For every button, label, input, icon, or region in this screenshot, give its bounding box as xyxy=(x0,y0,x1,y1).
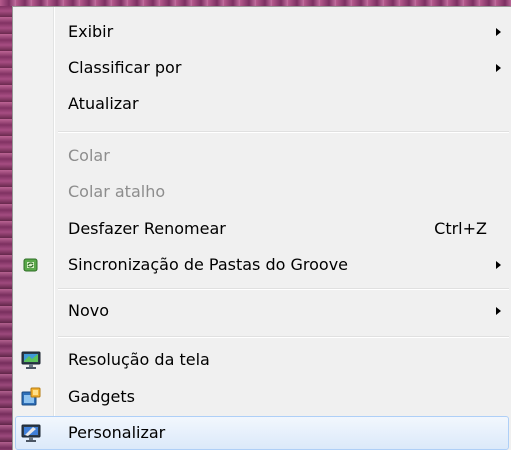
menu-item-label: Exibir xyxy=(68,22,114,41)
menu-item-view[interactable]: Exibir xyxy=(15,15,509,49)
menu-item-gadgets[interactable]: Gadgets xyxy=(15,380,509,414)
submenu-arrow-icon xyxy=(496,64,501,72)
menu-item-new[interactable]: Novo xyxy=(15,294,509,328)
menu-item-shortcut: Ctrl+Z xyxy=(434,219,487,238)
menu-item-label: Classificar por xyxy=(68,58,182,77)
menu-separator xyxy=(58,288,509,290)
groove-sync-icon xyxy=(21,255,41,275)
menu-item-label: Gadgets xyxy=(68,387,135,406)
menu-item-label: Personalizar xyxy=(68,423,166,442)
menu-item-label: Atualizar xyxy=(68,94,139,113)
menu-item-groove-sync[interactable]: Sincronização de Pastas do Groove xyxy=(15,248,509,282)
menu-separator xyxy=(58,336,509,338)
menu-item-label: Colar atalho xyxy=(68,182,166,201)
menu-item-sort-by[interactable]: Classificar por xyxy=(15,51,509,85)
submenu-arrow-icon xyxy=(496,261,501,269)
menu-item-refresh[interactable]: Atualizar xyxy=(15,87,509,121)
personalize-icon xyxy=(21,423,41,443)
menu-item-label: Novo xyxy=(68,301,110,320)
submenu-arrow-icon xyxy=(496,307,501,315)
desktop-context-menu: Exibir Classificar por Atualizar Colar C… xyxy=(12,6,511,450)
menu-item-paste[interactable]: Colar xyxy=(15,139,509,173)
menu-separator xyxy=(58,131,509,133)
menu-item-label: Resolução da tela xyxy=(68,350,210,369)
desktop-wallpaper-edge xyxy=(0,0,12,450)
menu-item-screen-resolution[interactable]: Resolução da tela xyxy=(15,343,509,377)
screen-resolution-icon xyxy=(21,350,41,370)
menu-item-undo-rename[interactable]: Desfazer Renomear Ctrl+Z xyxy=(15,212,509,246)
submenu-arrow-icon xyxy=(496,28,501,36)
gadgets-icon xyxy=(21,387,41,407)
menu-item-label: Colar xyxy=(68,146,110,165)
menu-item-label: Desfazer Renomear xyxy=(68,219,226,238)
menu-item-paste-shortcut[interactable]: Colar atalho xyxy=(15,175,509,209)
menu-item-personalize[interactable]: Personalizar xyxy=(15,416,509,450)
menu-item-label: Sincronização de Pastas do Groove xyxy=(68,255,349,274)
